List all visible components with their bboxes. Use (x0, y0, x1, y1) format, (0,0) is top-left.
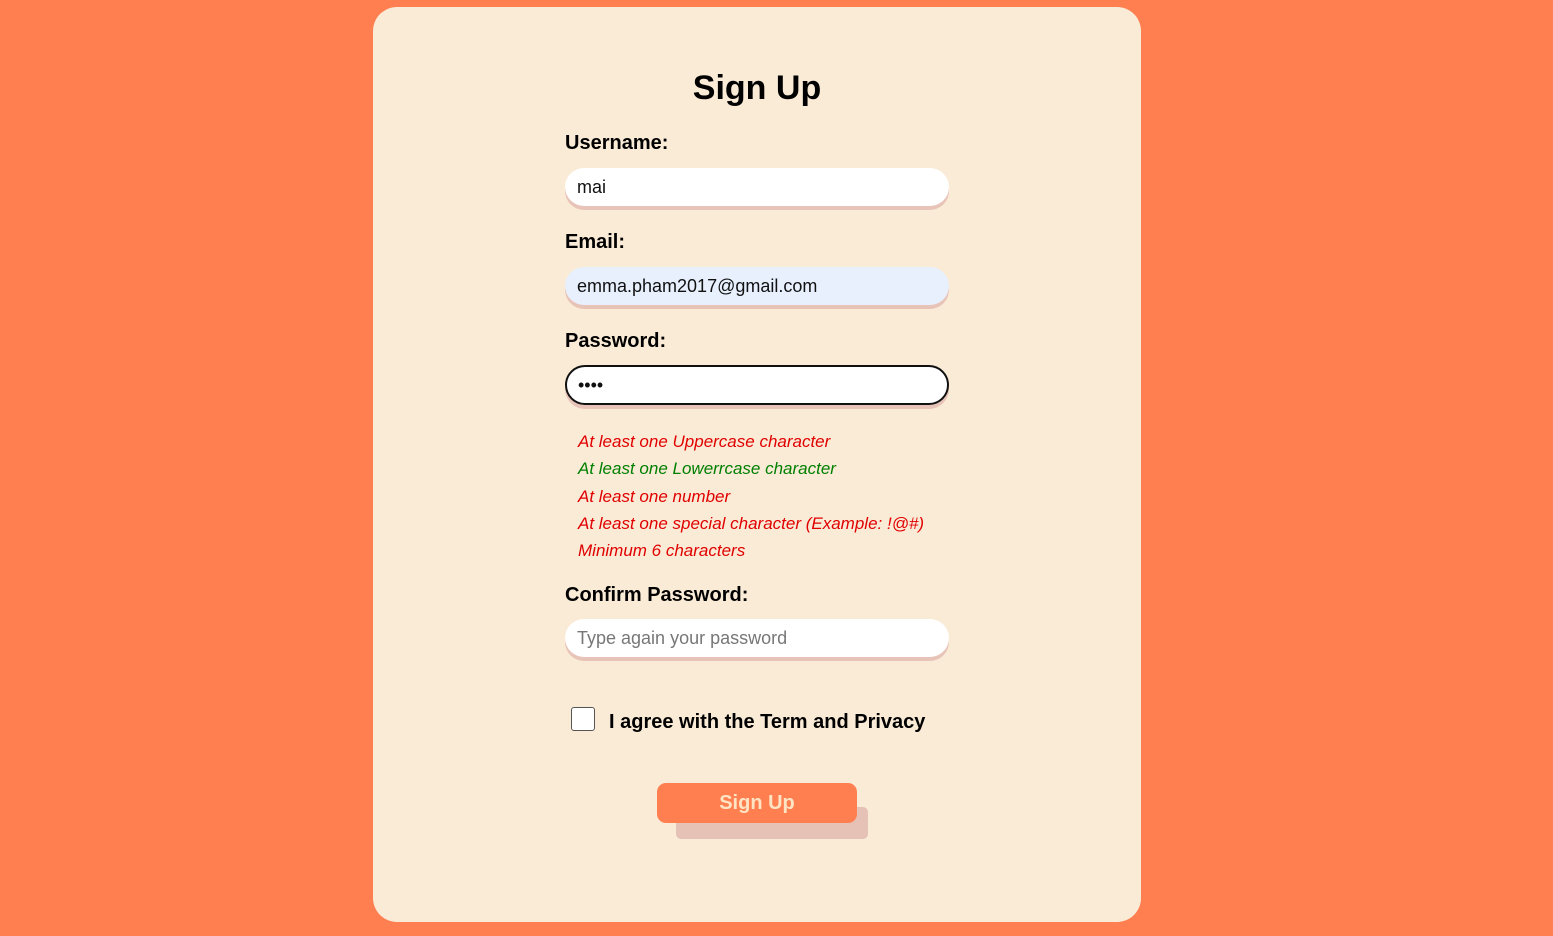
username-label: Username: (565, 132, 669, 154)
signup-card: Sign Up Username: Email: Password: At le… (373, 7, 1141, 922)
email-input[interactable] (565, 267, 949, 305)
password-input[interactable] (565, 365, 949, 405)
password-label: Password: (565, 330, 667, 352)
password-rule-special: At least one special character (Example:… (578, 513, 925, 533)
password-rule-length: Minimum 6 characters (578, 541, 746, 561)
agree-checkbox[interactable] (571, 706, 595, 731)
agree-row: I agree with the Term and Privacy (571, 703, 925, 734)
password-rule-uppercase: At least one Uppercase character (578, 432, 831, 451)
page-title: Sign Up (692, 69, 822, 107)
email-label: Email: (565, 231, 626, 253)
password-rule-number: At least one number (578, 486, 731, 506)
password-rules-list: At least one Uppercase character At leas… (578, 428, 924, 564)
signup-button[interactable]: Sign Up (657, 783, 857, 823)
password-rule-lowercase: At least one Lowerrcase character (578, 459, 836, 479)
agree-label[interactable]: I agree with the Term and Privacy (609, 711, 925, 734)
confirm-password-label: Confirm Password: (565, 584, 749, 606)
confirm-password-input[interactable] (565, 619, 949, 657)
username-input[interactable] (565, 168, 949, 206)
